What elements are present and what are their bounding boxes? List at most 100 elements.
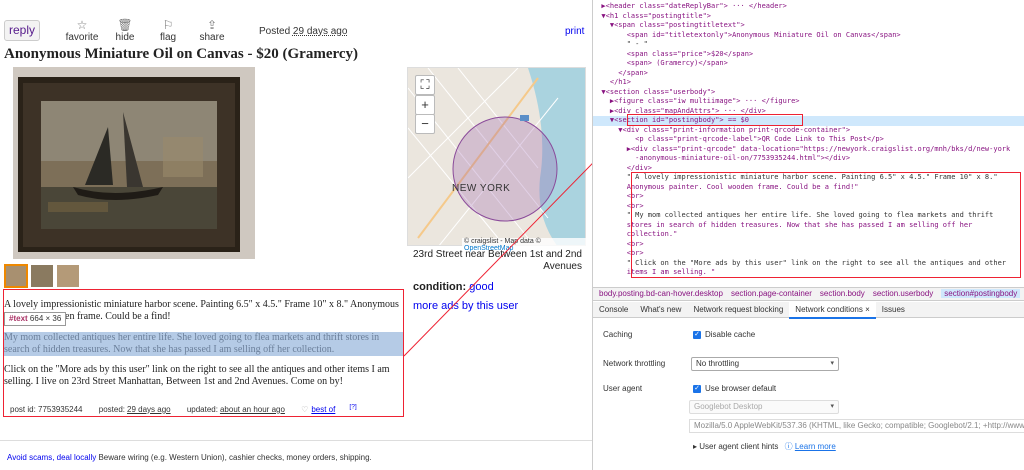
thumbnail[interactable] bbox=[56, 264, 80, 288]
map-image bbox=[408, 68, 585, 245]
ua-string-field[interactable]: Mozilla/5.0 AppleWebKit/537.36 (KHTML, l… bbox=[689, 419, 1024, 433]
share-icon: ⇪ bbox=[206, 18, 218, 32]
dom-node-line[interactable]: -anonymous-miniature-oil-on/7753935244.h… bbox=[593, 154, 1024, 164]
ua-select[interactable]: Googlebot Desktop ▾ bbox=[689, 400, 839, 414]
zoom-out-button[interactable]: − bbox=[415, 114, 435, 134]
breadcrumb-item[interactable]: section.body bbox=[820, 289, 865, 298]
flag-button[interactable]: ⚐ flag bbox=[148, 18, 188, 43]
check-icon: ✓ bbox=[693, 330, 701, 339]
dom-node-line[interactable]: <span> (Gramercy)</span> bbox=[593, 59, 1024, 69]
posted-meta-label: posted: bbox=[98, 404, 125, 414]
ua-label: User agent bbox=[603, 384, 643, 393]
drawer-tabs: Console What's new Network request blockin… bbox=[593, 302, 1024, 319]
use-default-label: Use browser default bbox=[705, 384, 777, 393]
heart-icon: ♡ bbox=[301, 404, 309, 414]
safety-notice: Avoid scams, deal locally Beware wiring … bbox=[0, 440, 592, 470]
map-city-label: NEW YORK bbox=[452, 183, 511, 194]
dom-node-line[interactable]: ▶<header class="dateReplyBar"> ··· </hea… bbox=[593, 2, 1024, 12]
drawer-tab[interactable]: What's new bbox=[634, 302, 687, 317]
flag-label: flag bbox=[159, 32, 177, 43]
dom-node-line[interactable]: </span> bbox=[593, 69, 1024, 79]
posted-prefix: Posted bbox=[259, 26, 291, 37]
breadcrumb-item[interactable]: body.posting.bd-can-hover.desktop bbox=[599, 289, 723, 298]
dom-node-line[interactable]: </h1> bbox=[593, 78, 1024, 88]
ua-select-value: Googlebot Desktop bbox=[694, 402, 763, 411]
zoom-in-button[interactable]: + bbox=[415, 95, 435, 115]
dom-node-line[interactable]: ▼<section class="userbody"> bbox=[593, 88, 1024, 98]
breadcrumb-item[interactable]: section.page-container bbox=[731, 289, 812, 298]
posting-body: A lovely impressionistic miniature harbo… bbox=[3, 289, 404, 417]
updated-meta-label: updated: bbox=[186, 404, 218, 414]
updated-meta: updated: about an hour ago bbox=[187, 405, 285, 414]
location-text: 23rd Street near Between 1st and 2nd Ave… bbox=[412, 249, 582, 272]
throttling-select[interactable]: No throttling ▾ bbox=[691, 357, 839, 371]
painting-image bbox=[13, 67, 255, 259]
dom-node-line[interactable]: <p class="print-qrcode-label">QR Code Li… bbox=[593, 135, 1024, 145]
avoid-scams-link[interactable]: Avoid scams, deal locally bbox=[7, 453, 96, 462]
best-of-label[interactable]: best of bbox=[311, 405, 335, 414]
breadcrumb: body.posting.bd-can-hover.desktop section… bbox=[593, 287, 1024, 301]
throttling-label: Network throttling bbox=[603, 359, 666, 368]
thumbnail[interactable] bbox=[30, 264, 54, 288]
info-icon: ⓘ bbox=[784, 442, 793, 451]
post-meta: post id: 7753935244 posted: 29 days ago u… bbox=[10, 403, 371, 414]
chevron-down-icon: ▾ bbox=[830, 360, 834, 367]
hide-button[interactable]: 🗑 hide bbox=[105, 18, 145, 43]
fullscreen-button[interactable]: ⛶ bbox=[415, 75, 435, 95]
minus-icon: − bbox=[421, 116, 429, 131]
learn-more-link[interactable]: Learn more bbox=[795, 442, 836, 451]
body-paragraph-2: My mom collected antiques her entire lif… bbox=[4, 332, 403, 356]
hide-label: hide bbox=[115, 32, 135, 43]
best-of-help[interactable]: [?] bbox=[349, 403, 356, 410]
condition-value[interactable]: good bbox=[469, 281, 493, 293]
dom-node-line[interactable]: " - " bbox=[593, 40, 1024, 50]
body-paragraph-3: Click on the "More ads by this user" lin… bbox=[4, 364, 390, 387]
posted-time: 29 days ago bbox=[292, 26, 348, 37]
dom-node-line[interactable]: ▼<span class="postingtitletext"> bbox=[593, 21, 1024, 31]
dom-node-line[interactable]: ▶<figure class="iw multiimage"> ··· </fi… bbox=[593, 97, 1024, 107]
client-hints-toggle[interactable]: ▸ User agent client hints ⓘ Learn more bbox=[693, 441, 836, 452]
print-link[interactable]: print bbox=[565, 26, 584, 37]
dom-node-line[interactable]: ▶<div class="print-qrcode" data-location… bbox=[593, 145, 1024, 155]
posted-info: Posted 29 days ago bbox=[259, 26, 347, 37]
breadcrumb-item[interactable]: section.userbody bbox=[873, 289, 933, 298]
dom-node-line[interactable]: <span class="price">$20</span> bbox=[593, 50, 1024, 60]
posting-title: Anonymous Miniature Oil on Canvas - $20 … bbox=[4, 46, 359, 62]
client-hints-label: ▸ User agent client hints bbox=[693, 442, 779, 451]
reply-button[interactable]: reply bbox=[4, 20, 40, 41]
best-of-link[interactable]: ♡ best of [?] bbox=[301, 403, 357, 414]
plus-icon: + bbox=[421, 97, 429, 112]
trash-icon: 🗑 bbox=[117, 18, 133, 32]
posted-meta: posted: 29 days ago bbox=[99, 405, 171, 414]
main-photo[interactable] bbox=[13, 67, 255, 259]
favorite-label: favorite bbox=[65, 32, 99, 43]
share-button[interactable]: ⇪ share bbox=[192, 18, 232, 43]
dom-node-line[interactable]: <span id="titletextonly">Anonymous Minia… bbox=[593, 31, 1024, 41]
drawer-tab[interactable]: Network request blocking bbox=[687, 302, 789, 317]
disable-cache-checkbox[interactable]: ✓ Disable cache bbox=[693, 330, 755, 339]
safety-text: Beware wiring (e.g. Western Union), cash… bbox=[98, 453, 372, 462]
more-ads-link[interactable]: more ads by this user bbox=[413, 300, 518, 312]
favorite-button[interactable]: ☆ favorite bbox=[62, 18, 102, 43]
disable-cache-label: Disable cache bbox=[705, 330, 756, 339]
devtools-panel: ▶<header class="dateReplyBar"> ··· </hea… bbox=[592, 0, 1024, 470]
drawer-tab[interactable]: Network conditions × bbox=[789, 302, 876, 319]
chevron-down-icon: ▾ bbox=[830, 403, 834, 410]
tooltip-tag: #text bbox=[9, 314, 28, 323]
dom-node-line[interactable]: ▼<h1 class="postingtitle"> bbox=[593, 12, 1024, 22]
drawer-tab[interactable]: Issues bbox=[876, 302, 911, 317]
flag-icon: ⚐ bbox=[162, 18, 174, 32]
thumbnail[interactable] bbox=[4, 264, 28, 288]
body-line: A lovely impressionistic miniature harbo… bbox=[4, 299, 399, 310]
craigslist-page: reply ☆ favorite 🗑 hide ⚐ flag ⇪ share P… bbox=[0, 0, 592, 470]
thumbnail-strip bbox=[4, 264, 82, 291]
map-attr-text: © craigslist - Map data © bbox=[464, 238, 541, 245]
network-conditions-panel: Caching ✓ Disable cache Network throttlin… bbox=[593, 319, 1024, 470]
fullscreen-icon: ⛶ bbox=[420, 77, 430, 92]
dom-node-line[interactable]: ▼<div class="print-information print-qrc… bbox=[593, 126, 1024, 136]
use-default-checkbox[interactable]: ✓ Use browser default bbox=[693, 384, 776, 393]
star-icon: ☆ bbox=[76, 18, 88, 32]
drawer-tab[interactable]: Console bbox=[593, 302, 634, 317]
updated-meta-value: about an hour ago bbox=[219, 404, 285, 414]
breadcrumb-item[interactable]: section#postingbody bbox=[941, 289, 1021, 298]
